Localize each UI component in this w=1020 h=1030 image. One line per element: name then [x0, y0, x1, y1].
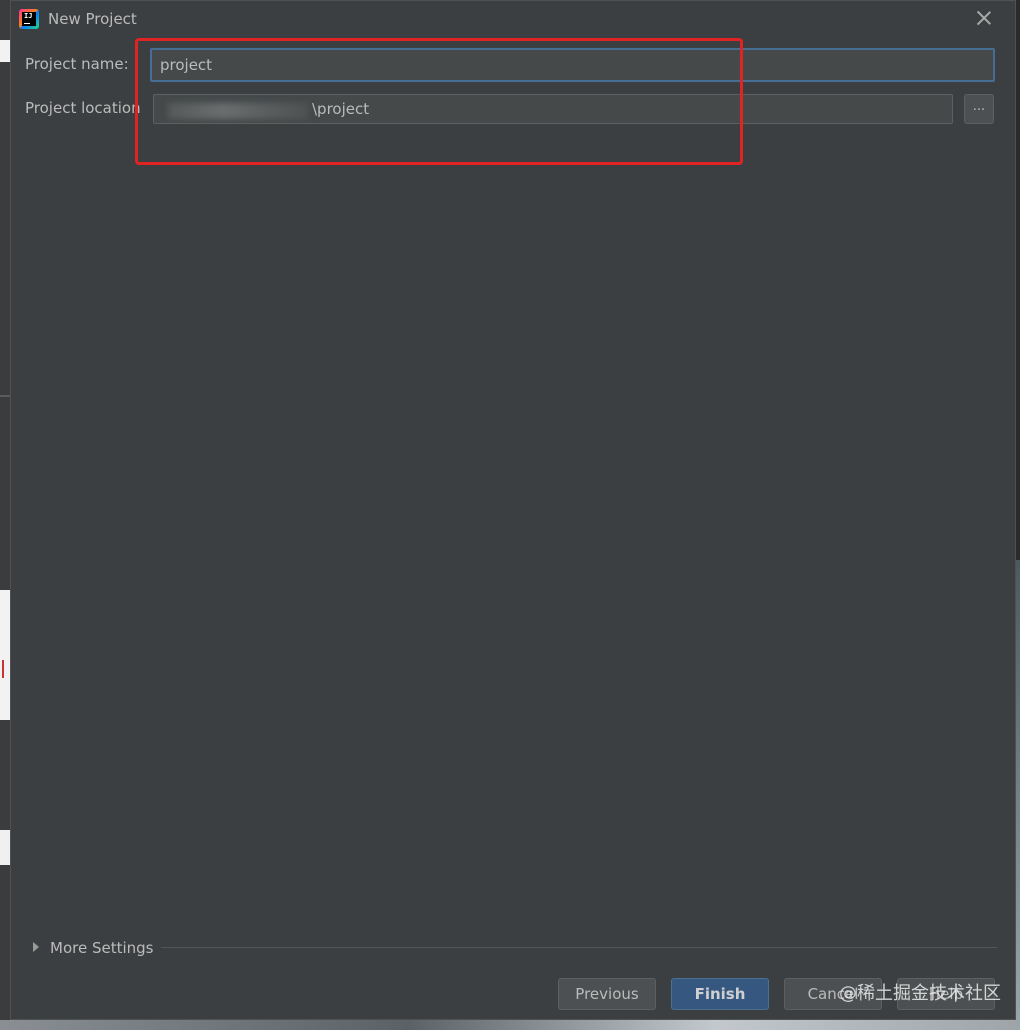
more-settings-label: More Settings [50, 939, 154, 957]
background-window-left-edge [0, 0, 10, 1030]
previous-button[interactable]: Previous [558, 978, 656, 1010]
intellij-idea-icon: IJ [19, 9, 39, 29]
dialog-title: New Project [48, 10, 137, 28]
help-button[interactable]: Help [897, 978, 995, 1010]
background-desktop-right-edge [1016, 560, 1020, 1030]
project-location-input[interactable]: \project [153, 94, 953, 124]
browse-location-button[interactable]: ... [964, 94, 994, 124]
dialog-titlebar: IJ New Project [11, 1, 1015, 37]
background-desktop-strip [0, 1020, 1020, 1030]
close-icon[interactable] [975, 9, 993, 27]
project-location-label: Project location [25, 99, 141, 117]
project-location-text: \project [312, 100, 370, 118]
finish-button[interactable]: Finish [671, 978, 769, 1010]
triangle-right-icon [33, 942, 39, 952]
project-name-label: Project name: [25, 55, 129, 73]
more-settings-divider [161, 947, 997, 948]
project-name-input[interactable] [150, 48, 995, 82]
redacted-path-segment [168, 103, 308, 119]
cancel-button[interactable]: Cancel [784, 978, 882, 1010]
new-project-dialog: IJ New Project Project name: Project loc… [10, 0, 1016, 1020]
